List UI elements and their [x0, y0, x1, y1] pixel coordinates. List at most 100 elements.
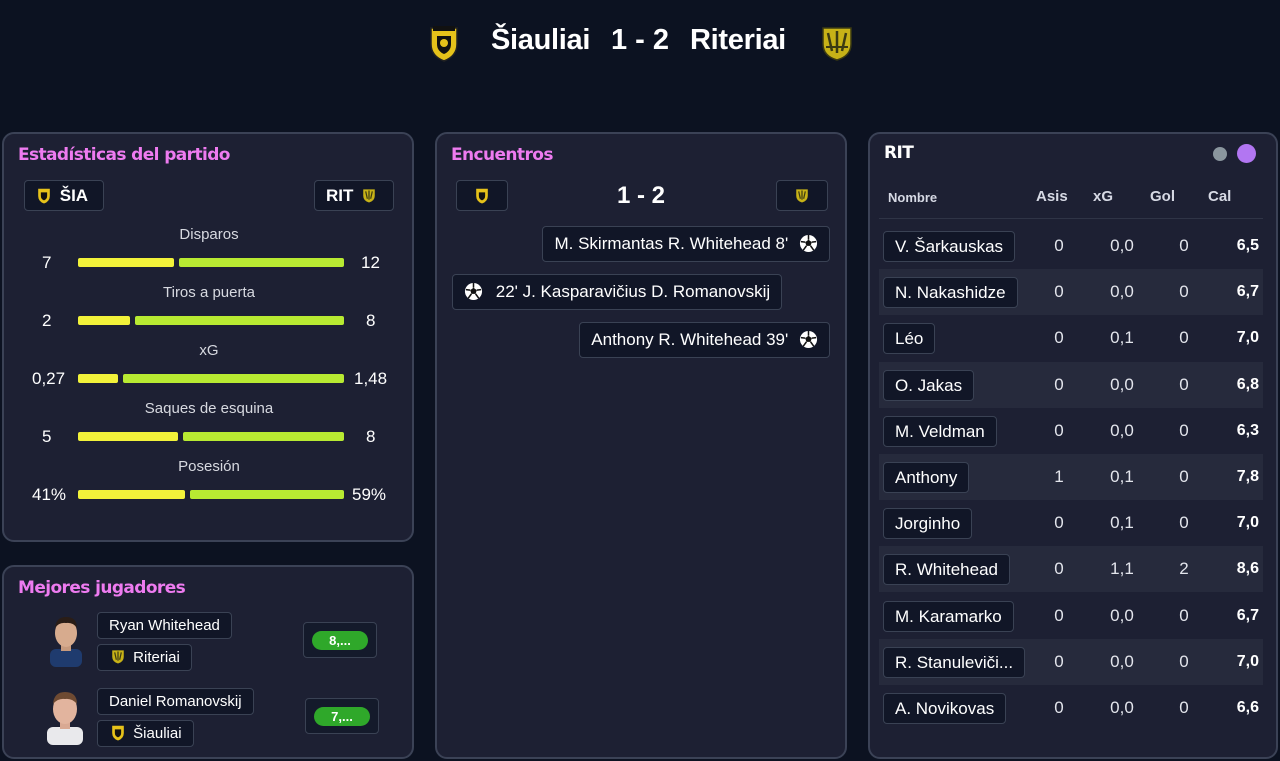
player-rating: 8,...: [312, 631, 368, 650]
assists-cell: 0: [1054, 559, 1064, 579]
siauliai-crest-icon: [111, 724, 125, 741]
player-name-chip[interactable]: Léo: [883, 323, 936, 355]
player-name-chip[interactable]: Jorginho: [883, 508, 973, 540]
assists-cell: 1: [1054, 467, 1064, 486]
player-avatar: [46, 613, 86, 667]
soccer-ball-icon: [799, 234, 818, 253]
player-name-chip[interactable]: R. Stanuleviči...: [883, 646, 1026, 678]
stat-label: Saques de esquina: [144, 400, 274, 417]
goals-cell: 0: [1179, 605, 1189, 625]
stat-away-bar: [183, 432, 344, 441]
riteriai-crest-icon: [795, 187, 809, 204]
home-team-chip[interactable]: ŠIA: [24, 180, 104, 211]
riteriai-crest-icon: [820, 25, 854, 61]
stat-label: Tiros a puerta: [163, 284, 255, 301]
match-header: Šiauliai 1 - 2 Riteriai: [0, 0, 1280, 90]
stat-away-bar: [135, 316, 344, 325]
stat-label: Disparos: [179, 226, 239, 243]
xg-cell: 0,0: [1110, 605, 1134, 625]
stat-away-value: 59%: [352, 485, 387, 504]
xg-cell: 1,1: [1110, 559, 1134, 579]
table-row[interactable]: M. Karamarko 0 0,0 0 6,7: [879, 593, 1263, 639]
xg-cell: 0,0: [1110, 374, 1134, 394]
goals-cell: 0: [1179, 236, 1189, 255]
table-row[interactable]: Jorginho 0 0,1 0 7,0: [879, 500, 1263, 546]
rating-cell: 6,8: [1236, 375, 1259, 393]
goals-cell: 0: [1179, 698, 1189, 717]
player-name-chip[interactable]: M. Veldman: [883, 415, 997, 447]
player-team-chip: Riteriai: [97, 644, 192, 671]
rating-cell: 7,0: [1236, 652, 1259, 670]
table-row[interactable]: R. Stanuleviči... 0 0,0 0 7,0: [879, 638, 1263, 685]
player-avatar: [44, 687, 86, 745]
rating-cell: 6,6: [1236, 699, 1259, 716]
stat-home-bar: [78, 490, 185, 499]
player-name-chip[interactable]: A. Novikovas: [883, 693, 1007, 724]
encounters-panel: Encuentros 1 - 2 M. Skirmantas R. Whiteh…: [435, 132, 847, 759]
match-score: 1 - 2: [611, 24, 670, 56]
table-row[interactable]: O. Jakas 0 0,0 0 6,8: [879, 361, 1263, 408]
table-row[interactable]: M. Veldman 0 0,0 0 6,3: [879, 408, 1263, 454]
table-row[interactable]: Anthony 1 0,1 0 7,8: [879, 454, 1263, 500]
assists-cell: 0: [1054, 236, 1064, 255]
player-name-chip[interactable]: N. Nakashidze: [883, 277, 1018, 309]
away-team-chip[interactable]: RIT: [314, 180, 394, 211]
assists-cell: 0: [1054, 374, 1064, 394]
rating-cell: 8,6: [1236, 560, 1259, 578]
goals-cell: 0: [1179, 513, 1189, 533]
table-row[interactable]: V. Šarkauskas 0 0,0 0 6,5: [879, 223, 1263, 269]
assists-cell: 0: [1054, 328, 1064, 348]
column-header-asis[interactable]: Asis: [1036, 188, 1068, 205]
assists-cell: 0: [1054, 282, 1064, 302]
best-players-title: Mejores jugadores: [18, 578, 186, 598]
player-team-name: Riteriai: [133, 649, 180, 666]
xg-cell: 0,1: [1110, 513, 1134, 533]
best-players-panel: Mejores jugadores Ryan Whitehead Riteria…: [2, 565, 414, 759]
goal-event[interactable]: M. Skirmantas R. Whitehead 8': [542, 226, 830, 262]
stat-label: Posesión: [178, 458, 240, 475]
column-header-name[interactable]: Nombre: [888, 190, 937, 205]
stat-home-bar: [78, 258, 174, 267]
column-header-gol[interactable]: Gol: [1150, 188, 1175, 205]
xg-cell: 0,1: [1110, 467, 1134, 486]
goal-event[interactable]: 22' J. Kasparavičius D. Romanovskij: [452, 274, 783, 310]
rating-cell: 7,0: [1236, 514, 1259, 532]
stat-home-value: 5: [42, 427, 52, 446]
goals-cell: 0: [1179, 651, 1189, 671]
player-team-chip: Šiauliai: [97, 720, 194, 747]
player-name-chip[interactable]: V. Šarkauskas: [883, 231, 1016, 262]
goal-event[interactable]: Anthony R. Whitehead 39': [579, 322, 830, 358]
goals-cell: 0: [1179, 328, 1189, 348]
stat-home-value: 2: [42, 311, 52, 330]
player-name-chip[interactable]: R. Whitehead: [883, 554, 1010, 586]
table-row[interactable]: Léo 0 0,1 0 7,0: [879, 315, 1263, 361]
player-name-chip[interactable]: O. Jakas: [883, 369, 975, 401]
stat-home-bar: [78, 316, 130, 325]
player-name-chip: Ryan Whitehead: [97, 612, 232, 639]
table-row[interactable]: A. Novikovas 0 0,0 0 6,6: [879, 685, 1263, 731]
stat-home-value: 41%: [32, 485, 67, 504]
siauliai-crest-icon: [37, 187, 51, 204]
view-toggle-dot-active[interactable]: [1237, 144, 1256, 163]
column-header-xg[interactable]: xG: [1093, 188, 1113, 205]
encounters-title: Encuentros: [451, 145, 553, 165]
player-rating: 7,...: [314, 707, 370, 726]
xg-cell: 0,0: [1110, 236, 1134, 255]
goal-event-text: Anthony R. Whitehead 39': [591, 330, 789, 349]
goals-cell: 0: [1179, 467, 1189, 486]
column-header-cal[interactable]: Cal: [1208, 188, 1231, 205]
goals-cell: 0: [1179, 282, 1189, 302]
player-team-name: Šiauliai: [133, 725, 182, 742]
player-name-chip[interactable]: M. Karamarko: [883, 600, 1014, 632]
xg-cell: 0,0: [1110, 420, 1134, 440]
table-row[interactable]: N. Nakashidze 0 0,0 0 6,7: [879, 269, 1263, 316]
table-row[interactable]: R. Whitehead 0 1,1 2 8,6: [879, 546, 1263, 593]
stat-away-bar: [123, 374, 344, 383]
stat-away-value: 1,48: [354, 369, 388, 388]
view-toggle-dot[interactable]: [1213, 147, 1227, 161]
assists-cell: 0: [1054, 605, 1064, 625]
away-crest-chip[interactable]: [776, 180, 828, 211]
stat-home-bar: [78, 432, 178, 441]
player-name-chip[interactable]: Anthony: [883, 462, 970, 493]
player-name-chip: Daniel Romanovskij: [97, 688, 254, 715]
